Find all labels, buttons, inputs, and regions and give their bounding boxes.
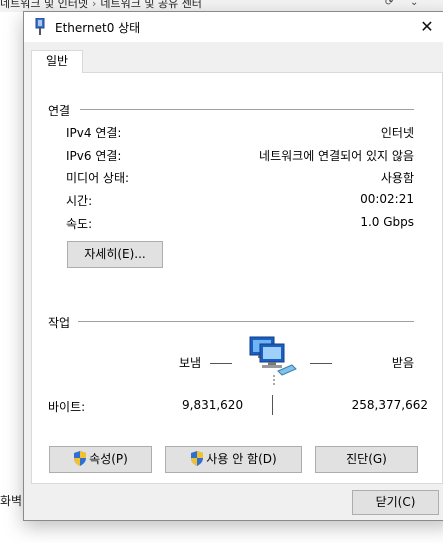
breadcrumb-item[interactable]: 네트워크 및 인터넷: [0, 0, 88, 10]
properties-button-label: 속성(P): [89, 452, 128, 466]
connection-group-label: 연결: [48, 102, 71, 119]
properties-button[interactable]: 속성(P): [49, 446, 152, 473]
bytes-label: 바이트:: [48, 400, 86, 414]
network-adapter-icon: [35, 18, 45, 35]
uac-shield-icon: [74, 451, 87, 466]
disable-button-label: 사용 안 함(D): [206, 452, 277, 466]
duration-value: 00:02:21: [360, 192, 414, 206]
bytes-divider: [272, 395, 273, 415]
speed-value: 1.0 Gbps: [360, 215, 414, 229]
general-panel: 연결 IPv4 연결: 인터넷 IPv6 연결: 네트워크에 연결되어 있지 않…: [31, 72, 443, 484]
divider: [78, 321, 414, 322]
received-label: 받음: [391, 356, 414, 370]
ethernet-status-dialog: Ethernet0 상태 ✕ 일반 연결 IPv4 연결: 인터넷 IPv6 연…: [23, 11, 443, 521]
breadcrumb-item[interactable]: 네트워크 및 공유 센터: [100, 0, 202, 10]
details-button[interactable]: 자세히(E)...: [67, 241, 163, 268]
divider: [80, 109, 414, 110]
title-bar[interactable]: Ethernet0 상태 ✕: [24, 12, 443, 42]
close-icon[interactable]: ✕: [414, 15, 440, 39]
breadcrumb-separator-icon: ›: [91, 0, 97, 10]
refresh-icon[interactable]: ⟳: [385, 0, 393, 8]
network-computers-icon: [249, 336, 297, 387]
bytes-sent-value: 9,831,620: [182, 398, 244, 412]
duration-label: 시간:: [66, 194, 93, 208]
received-connector-line: [310, 363, 332, 364]
ipv4-label: IPv4 연결:: [66, 126, 122, 140]
background-breadcrumb: 네트워크 및 인터넷 › 네트워크 및 공유 센터: [0, 0, 202, 11]
sent-connector-line: [210, 363, 232, 364]
sent-label: 보냄: [179, 356, 202, 370]
ipv6-value: 네트워크에 연결되어 있지 않음: [259, 149, 414, 163]
media-state-value: 사용함: [380, 171, 414, 185]
background-side-text: 화벽: [0, 494, 23, 508]
disable-button[interactable]: 사용 안 함(D): [165, 446, 302, 473]
media-state-label: 미디어 상태:: [66, 171, 130, 185]
window-title: Ethernet0 상태: [55, 21, 141, 35]
speed-label: 속도:: [66, 217, 93, 231]
chevron-down-icon[interactable]: ⌄: [410, 0, 418, 8]
activity-group-label: 작업: [48, 314, 71, 331]
tab-general[interactable]: 일반: [31, 50, 83, 73]
ipv4-value: 인터넷: [380, 126, 414, 140]
ipv6-label: IPv6 연결:: [66, 149, 122, 163]
close-button[interactable]: 닫기(C): [352, 490, 439, 515]
diagnose-button[interactable]: 진단(G): [315, 446, 418, 473]
uac-shield-icon: [191, 451, 204, 466]
bytes-received-value: 258,377,662: [351, 398, 428, 412]
